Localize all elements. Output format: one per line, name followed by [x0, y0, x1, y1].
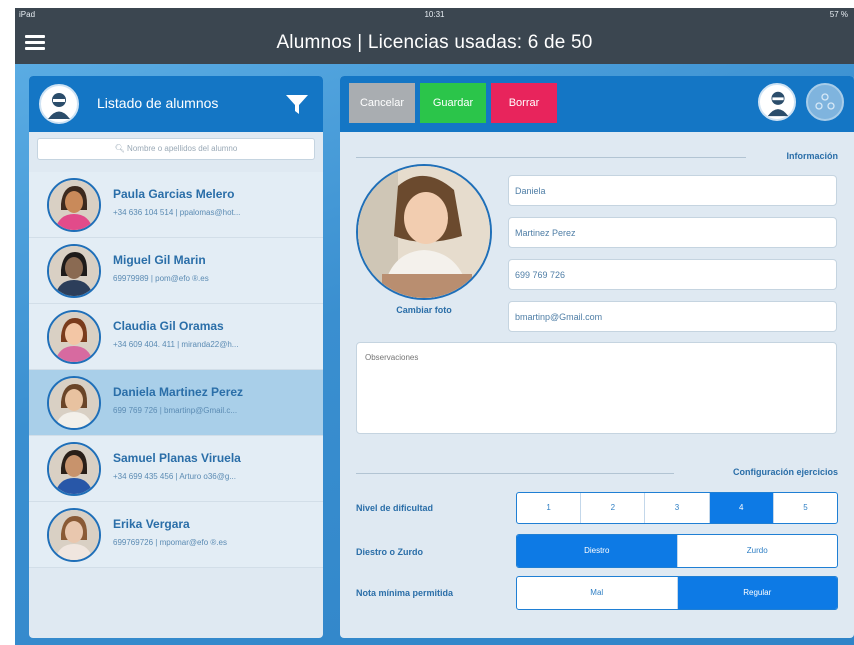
student-name: Paula Garcias Melero: [113, 187, 235, 201]
search-icon: 🔍︎: [114, 144, 128, 153]
battery-level: 57 %: [829, 10, 848, 19]
student-contact: 699769726 | mpomar@efo ®.es: [113, 538, 227, 547]
student-row[interactable]: Erika Vergara 699769726 | mpomar@efo ®.es: [29, 502, 323, 568]
difficulty-selector: 12345: [516, 492, 838, 524]
student-contact: +34 699 435 456 | Arturo o36@g...: [113, 472, 236, 481]
divider: [356, 157, 746, 158]
change-photo-link[interactable]: Cambiar foto: [356, 305, 492, 315]
page-title: Alumnos | Licencias usadas: 6 de 50: [276, 32, 593, 53]
student-contact: 699 769 726 | bmartinp@Gmail.c...: [113, 406, 238, 415]
student-row[interactable]: Daniela Martinez Perez 699 769 726 | bmar…: [29, 370, 323, 436]
student-avatar: [47, 508, 101, 562]
delete-button[interactable]: Borrar: [491, 83, 557, 123]
student-row[interactable]: Paula Garcias Melero +34 636 104 514 | pp…: [29, 172, 323, 238]
difficulty-option[interactable]: 1: [517, 493, 582, 523]
save-button[interactable]: Guardar: [420, 83, 486, 123]
student-avatar: [47, 376, 101, 430]
difficulty-option[interactable]: 4: [709, 493, 774, 523]
student-contact: +34 609 404. 411 | miranda22@h...: [113, 340, 239, 349]
min-grade-option[interactable]: Regular: [677, 577, 837, 609]
student-avatar: [47, 442, 101, 496]
email-field[interactable]: [508, 301, 837, 332]
student-name: Erika Vergara: [113, 517, 190, 531]
min-grade-label: Nota mínima permitida: [356, 588, 454, 598]
handedness-label: Diestro o Zurdo: [356, 547, 423, 557]
student-avatar: [47, 310, 101, 364]
app-window: iPad 10:31 57 % Alumnos | Licencias usad…: [15, 8, 854, 645]
clock: 10:31: [424, 10, 445, 19]
student-avatar: [47, 178, 101, 232]
cancel-button[interactable]: Cancelar: [349, 83, 415, 123]
filter-icon[interactable]: [283, 90, 311, 118]
profile-photo[interactable]: [356, 164, 492, 300]
config-section-title: Configuración ejercicios: [732, 467, 838, 477]
search-input[interactable]: 🔍︎ Nombre o apellidos del alumno: [37, 138, 315, 160]
student-avatar: [47, 244, 101, 298]
handedness-selector: Diestro Zurdo: [516, 534, 838, 568]
title-bar: Alumnos | Licencias usadas: 6 de 50: [15, 22, 854, 64]
users-group-icon[interactable]: [806, 83, 844, 121]
detail-toolbar: Cancelar Guardar Borrar: [340, 76, 854, 132]
first-name-field[interactable]: [508, 175, 837, 206]
student-list-title: Listado de alumnos: [97, 95, 219, 111]
search-placeholder: Nombre o apellidos del alumno: [127, 144, 238, 153]
student-name: Samuel Planas Viruela: [113, 451, 241, 465]
divider: [356, 473, 674, 474]
difficulty-option[interactable]: 3: [645, 493, 710, 523]
min-grade-option[interactable]: Mal: [517, 577, 678, 609]
student-list-panel: Listado de alumnos 🔍︎ Nombre o apellidos…: [29, 76, 323, 638]
difficulty-option[interactable]: 5: [774, 493, 837, 523]
handedness-option[interactable]: Zurdo: [678, 535, 838, 567]
student-name: Daniela Martinez Perez: [113, 385, 244, 399]
min-grade-selector: Mal Regular: [516, 576, 838, 610]
phone-field[interactable]: [508, 259, 837, 290]
student-name: Claudia Gil Oramas: [113, 319, 224, 333]
difficulty-label: Nivel de dificultad: [356, 503, 434, 513]
student-detail-panel: Cancelar Guardar Borrar Información Camb…: [340, 76, 854, 638]
last-name-field[interactable]: [508, 217, 837, 248]
student-name: Miguel Gil Marin: [113, 253, 206, 267]
status-bar: iPad 10:31 57 %: [15, 8, 854, 22]
notes-field[interactable]: [356, 342, 837, 434]
handedness-option[interactable]: Diestro: [517, 535, 678, 567]
info-section-title: Información: [786, 151, 838, 161]
student-row[interactable]: Miguel Gil Marin 69979989 | pom@efo ®.es: [29, 238, 323, 304]
student-contact: 69979989 | pom@efo ®.es: [113, 274, 209, 283]
student-avatar-icon[interactable]: [39, 84, 79, 124]
student-avatar-icon[interactable]: [758, 83, 796, 121]
student-contact: +34 636 104 514 | ppalomas@hot...: [113, 208, 241, 217]
student-list-header: Listado de alumnos: [29, 76, 323, 132]
difficulty-option[interactable]: 2: [581, 493, 646, 523]
student-row[interactable]: Samuel Planas Viruela +34 699 435 456 | A…: [29, 436, 323, 502]
student-row[interactable]: Claudia Gil Oramas +34 609 404. 411 | mir…: [29, 304, 323, 370]
